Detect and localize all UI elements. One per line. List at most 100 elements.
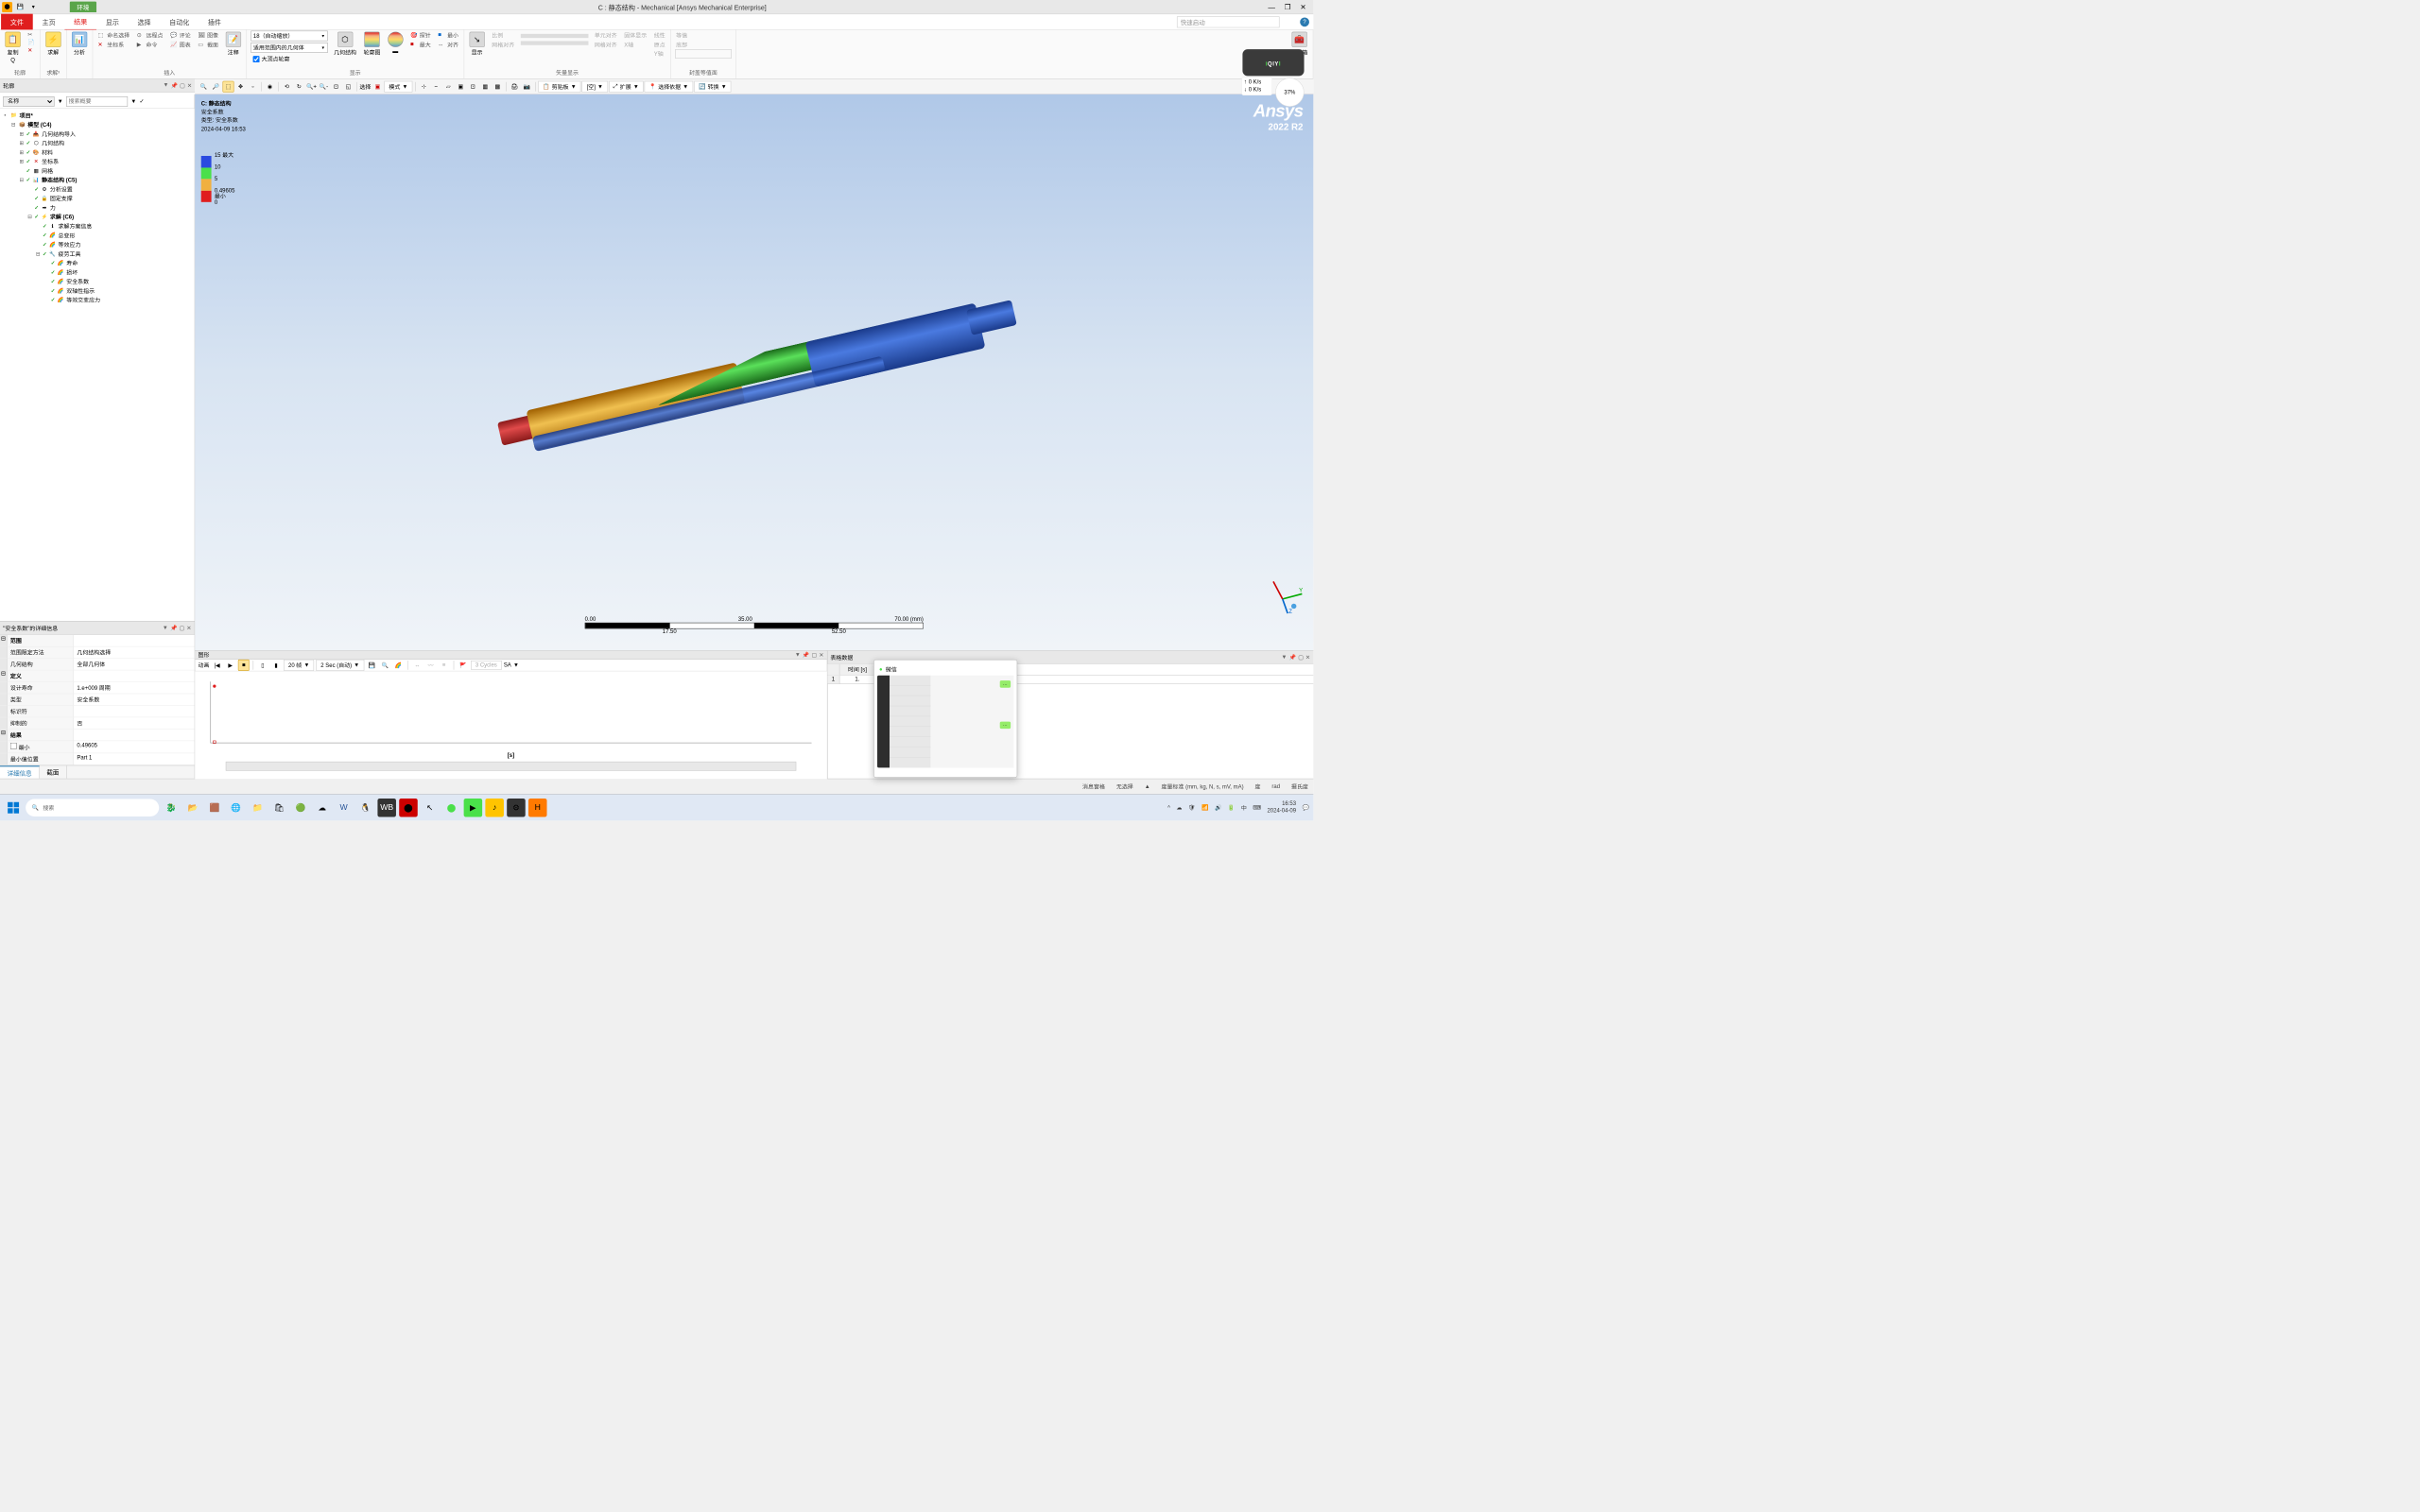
help-icon[interactable]: ? bbox=[1300, 17, 1309, 26]
graph-pin-icon[interactable]: 📌 bbox=[803, 652, 809, 659]
anim-dist-icon[interactable]: ↔ bbox=[412, 660, 424, 671]
tb-edge-icon[interactable]: ⎯ bbox=[430, 80, 441, 92]
task-dragon-icon[interactable]: 🐉 bbox=[162, 799, 181, 817]
probe-button[interactable]: 🎯探针 bbox=[409, 31, 432, 41]
sa-dropdown-icon[interactable]: ▼ bbox=[513, 662, 519, 669]
taskbar-search[interactable]: 🔍搜索 bbox=[26, 799, 159, 816]
origin-button[interactable]: 原点 bbox=[653, 40, 666, 49]
mesh-align-button[interactable]: 网格对齐 bbox=[491, 40, 515, 49]
tb-zoomin-icon[interactable]: 🔍+ bbox=[305, 80, 317, 92]
tab-display[interactable]: 显示 bbox=[96, 14, 129, 30]
colored-edges-button[interactable]: ▬ bbox=[385, 31, 406, 56]
tree-material[interactable]: ⊞✓🎨材料 bbox=[2, 147, 192, 157]
tab-selection[interactable]: 选择 bbox=[129, 14, 161, 30]
tray-keyboard-icon[interactable]: ⌨ bbox=[1253, 804, 1261, 811]
min-button[interactable]: ■最小 bbox=[437, 31, 459, 41]
max-button[interactable]: ■最大 bbox=[409, 40, 432, 49]
tb-fit-icon[interactable]: 🔍 bbox=[198, 80, 209, 92]
big-vertex-check[interactable]: 大顶点轮廓 bbox=[251, 55, 327, 64]
scale-combo[interactable]: 18（自动缩放）▼ bbox=[251, 31, 327, 42]
tray-ime[interactable]: 中 bbox=[1241, 803, 1247, 812]
tab-result[interactable]: 结果 bbox=[64, 13, 96, 30]
cover-bottom-button[interactable]: 底部 bbox=[675, 40, 732, 49]
graph-undock-icon[interactable]: ▢ bbox=[812, 652, 818, 659]
tb-next-icon[interactable]: ↻ bbox=[293, 80, 304, 92]
tb-extend-combo[interactable]: ⤢ 扩展 ▼ bbox=[609, 80, 644, 92]
close-icon[interactable]: ✕ bbox=[1300, 3, 1305, 11]
outline-pin-icon[interactable]: 📌 bbox=[171, 82, 178, 89]
tree-damage[interactable]: ✓🌈损坏 bbox=[2, 267, 192, 277]
iqiyi-overlay[interactable]: iQIYI bbox=[1242, 49, 1304, 76]
tree-analysis-settings[interactable]: ✓⚙分析设置 bbox=[2, 184, 192, 194]
contour-button[interactable]: 轮廓图 bbox=[360, 31, 383, 58]
tree-life[interactable]: ✓🌈寿命 bbox=[2, 259, 192, 268]
outline-tree[interactable]: ▪📁项目* ⊟📦模型 (C4) ⊞✓📥几何结构导入 ⊞✓⬡几何结构 ⊞✓🎨材料 … bbox=[0, 109, 195, 621]
tb-mesh-sel-icon[interactable]: ▩ bbox=[492, 80, 503, 92]
tray-notif-icon[interactable]: 💬 bbox=[1303, 804, 1309, 811]
task-sec-icon[interactable]: 🟢 bbox=[291, 799, 310, 817]
filter-go-icon[interactable]: ▼ bbox=[130, 98, 136, 105]
status-rad[interactable]: rad bbox=[1271, 783, 1280, 790]
task-wechat-icon[interactable]: ⬤ bbox=[442, 799, 461, 817]
outline-filter-type[interactable]: 名称 bbox=[3, 96, 54, 107]
tree-project[interactable]: ▪📁项目* bbox=[2, 111, 192, 120]
align-button[interactable]: ↔对齐 bbox=[437, 40, 459, 49]
task-wb-icon[interactable]: WB bbox=[377, 799, 396, 817]
tb-body-icon[interactable]: ▣ bbox=[455, 80, 466, 92]
tb-iso-icon[interactable]: ◉ bbox=[264, 80, 275, 92]
tree-model[interactable]: ⊟📦模型 (C4) bbox=[2, 120, 192, 129]
xaxis-button[interactable]: X轴 bbox=[623, 40, 648, 49]
outline-undock-icon[interactable]: ▢ bbox=[180, 82, 185, 89]
tb-zoomfit-icon[interactable]: ⊡ bbox=[330, 80, 341, 92]
tree-biaxial[interactable]: ✓🌈双轴性指示 bbox=[2, 286, 192, 296]
tree-equiv-stress[interactable]: ✓🌈等效应力 bbox=[2, 240, 192, 249]
maximize-icon[interactable]: ❐ bbox=[1285, 3, 1291, 11]
tab-file[interactable]: 文件 bbox=[1, 14, 33, 30]
section-button[interactable]: ▭截面 bbox=[197, 40, 219, 49]
anim-trace-icon[interactable]: 〰 bbox=[425, 660, 437, 671]
status-expand-icon[interactable]: ▲ bbox=[1145, 783, 1150, 790]
copy-button[interactable]: 📄 bbox=[26, 39, 36, 46]
task-word-icon[interactable]: W bbox=[335, 799, 354, 817]
coord-sys-button[interactable]: ✕坐标系 bbox=[96, 40, 130, 49]
table-pin-icon[interactable]: 📌 bbox=[1289, 654, 1296, 661]
cut-button[interactable]: ✂ bbox=[26, 31, 36, 39]
triad[interactable]: Y Z bbox=[1262, 574, 1303, 614]
details-pin-icon[interactable]: 📌 bbox=[170, 625, 177, 631]
btab-details[interactable]: 详细信息 bbox=[0, 765, 40, 779]
anim-export-icon[interactable]: 💾 bbox=[366, 660, 377, 671]
cycles-combo[interactable]: 3 Cycles bbox=[471, 661, 502, 670]
tb-node-icon[interactable]: ⊡ bbox=[467, 80, 478, 92]
image-button[interactable]: 🖼图像 bbox=[197, 31, 219, 41]
details-type-value[interactable]: 安全系数 bbox=[74, 694, 195, 705]
command-button[interactable]: ▶命令 bbox=[136, 40, 164, 49]
remote-point-button[interactable]: ⊙远程点 bbox=[136, 31, 164, 41]
details-suppressed-value[interactable]: 否 bbox=[74, 717, 195, 729]
tab-home[interactable]: 主页 bbox=[33, 14, 65, 30]
minimize-icon[interactable]: — bbox=[1268, 3, 1275, 11]
solve-button[interactable]: ⚡求解 bbox=[43, 31, 64, 58]
qat-save-icon[interactable]: 💾 bbox=[14, 1, 26, 12]
netspeed-overlay[interactable]: ↑ 0 K/s↓ 0 K/s bbox=[1241, 77, 1272, 95]
details-scope-method-value[interactable]: 几何结构选择 bbox=[74, 646, 195, 658]
task-mech-icon[interactable]: ⬤ bbox=[399, 799, 418, 817]
duplicate-button[interactable]: 📋复制Q bbox=[2, 31, 24, 65]
task-explorer-icon[interactable]: 📂 bbox=[183, 799, 202, 817]
anim-prev-icon[interactable]: |◀ bbox=[212, 660, 223, 671]
tab-automation[interactable]: 自动化 bbox=[160, 14, 199, 30]
chart-button[interactable]: 📈图表 bbox=[169, 40, 192, 49]
task-cursor-icon[interactable]: ↖ bbox=[421, 799, 440, 817]
task-music-icon[interactable]: ♪ bbox=[485, 799, 504, 817]
tb-zoomout-icon[interactable]: 🔍- bbox=[318, 80, 329, 92]
tray-clock[interactable]: 16:53 2024-04-09 bbox=[1267, 800, 1296, 814]
tb-empty-combo[interactable]: [空] ▼ bbox=[582, 80, 608, 92]
tree-static[interactable]: ⊟✓📊静态结构 (C5) bbox=[2, 176, 192, 185]
quick-launch[interactable]: 快速启动 bbox=[1177, 16, 1280, 27]
tb-vertex-icon[interactable]: ⊹ bbox=[418, 80, 429, 92]
anim-mode2-icon[interactable]: ▮ bbox=[270, 660, 282, 671]
filter-dropdown-icon[interactable]: ▼ bbox=[58, 98, 63, 105]
tb-face-icon[interactable]: ▱ bbox=[442, 80, 454, 92]
linear-button[interactable]: 线性 bbox=[653, 31, 666, 41]
tb-pan-icon[interactable]: ✥ bbox=[235, 80, 247, 92]
wechat-preview[interactable]: ●微信 ··· ··· bbox=[873, 660, 1017, 778]
